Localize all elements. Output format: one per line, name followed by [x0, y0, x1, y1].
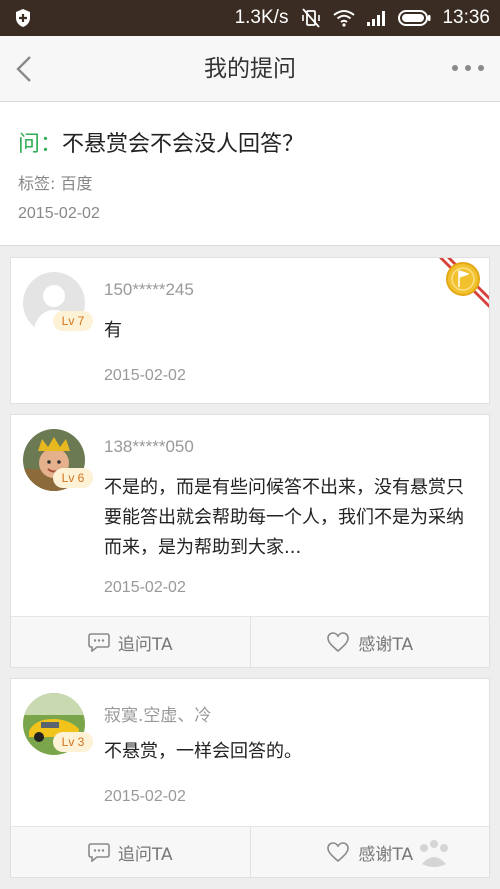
- chat-bubble-icon: [88, 633, 110, 652]
- answer-date: 2015-02-02: [104, 367, 186, 384]
- thank-button[interactable]: 感谢TA: [249, 617, 490, 667]
- answer-actions: 追问TA 感谢TA: [11, 616, 489, 667]
- thank-label: 感谢TA: [358, 634, 414, 655]
- answer-content: 有: [104, 320, 122, 341]
- network-speed: 1.3K/s: [234, 7, 289, 28]
- page-title: 我的提问: [204, 56, 296, 82]
- signal-icon: [366, 9, 388, 27]
- question-block: 问：不悬赏会不会没人回答？ 标签: 百度 2015-02-02: [0, 102, 500, 246]
- answer-card[interactable]: Lv 6 138*****050 不是的，而是有些问候答不出来，没有悬赏只要能答…: [10, 414, 490, 668]
- vibrate-off-icon: [300, 8, 322, 28]
- follow-up-button[interactable]: 追问TA: [11, 827, 250, 877]
- thank-label: 感谢TA: [358, 844, 414, 865]
- answer-content: 不是的，而是有些问候答不出来，没有悬赏只要能答出就会帮助每一个人，我们不是为采纳…: [104, 477, 464, 558]
- heart-icon: [327, 842, 350, 863]
- level-badge: Lv 6: [53, 468, 93, 488]
- question-title: 问：不悬赏会不会没人回答？: [18, 126, 304, 158]
- follow-up-button[interactable]: 追问TA: [11, 617, 250, 667]
- follow-up-label: 追问TA: [117, 844, 173, 865]
- question-date: 2015-02-02: [18, 205, 100, 222]
- level-badge: Lv 3: [53, 732, 93, 752]
- answer-content: 不悬赏，一样会回答的。: [104, 741, 302, 762]
- answer-username[interactable]: 150*****245: [104, 280, 194, 300]
- question-prefix: 问：: [18, 132, 63, 157]
- level-badge: Lv 7: [53, 311, 93, 331]
- best-answer-medal-icon: [439, 258, 489, 308]
- clock: 13:36: [442, 7, 490, 28]
- chat-bubble-icon: [88, 843, 110, 862]
- status-bar: 1.3K/s 13:36: [0, 0, 500, 36]
- answer-card[interactable]: Lv 7 150*****245 有 2015-02-02: [10, 257, 490, 404]
- wifi-icon: [332, 9, 356, 27]
- answer-date: 2015-02-02: [104, 788, 186, 805]
- answer-username[interactable]: 138*****050: [104, 437, 194, 457]
- watermark-logo-icon: [420, 840, 448, 867]
- shield-icon: [16, 9, 30, 27]
- battery-icon: [398, 9, 432, 27]
- more-options-icon[interactable]: [450, 60, 486, 76]
- heart-icon: [327, 632, 350, 653]
- follow-up-label: 追问TA: [117, 634, 173, 655]
- question-text: 不悬赏会不会没人回答？: [62, 132, 305, 157]
- nav-bar: 我的提问: [0, 36, 500, 102]
- question-tag[interactable]: 标签: 百度: [18, 170, 92, 194]
- answer-username[interactable]: 寂寞.空虚、冷: [104, 701, 211, 726]
- answer-date: 2015-02-02: [104, 579, 186, 596]
